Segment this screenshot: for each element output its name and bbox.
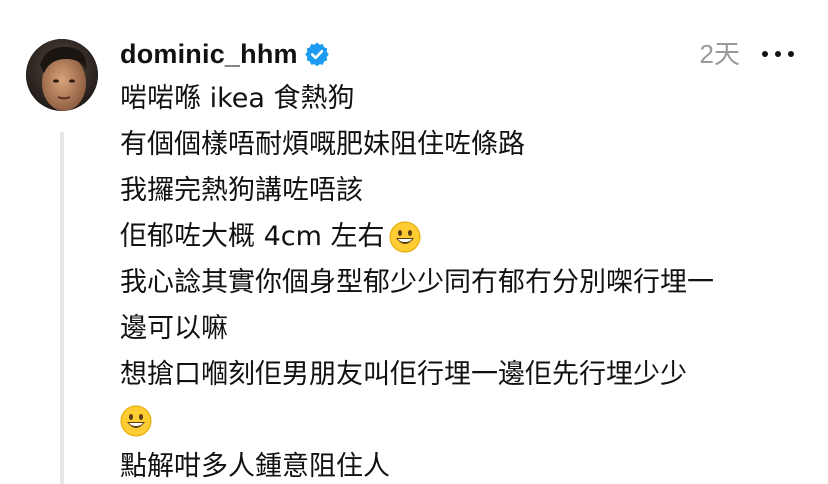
- post-text: 啱啱喺 ikea 食熱狗: [120, 83, 355, 114]
- post-text: 想搶口嗰刻佢男朋友叫佢行埋一邊佢先行埋少少: [120, 359, 687, 390]
- post-text-line: 佢郁咗大概 4cm 左右: [120, 214, 810, 260]
- grinning-face-emoji-icon: [389, 221, 421, 253]
- avatar[interactable]: [26, 39, 98, 111]
- post-text-line: 我心諗其實你個身型郁少少同冇郁冇分別㗎行埋一: [120, 260, 810, 306]
- grinning-face-emoji-icon: [120, 405, 152, 437]
- post-header: dominic_hhm: [120, 36, 330, 72]
- thread-line: [60, 132, 64, 484]
- post-text-line: [120, 398, 810, 444]
- post-text-line: 點解咁多人鍾意阻住人: [120, 444, 810, 484]
- thread-post: dominic_hhm 2天 啱啱喺 ikea 食熱狗 有個個樣唔耐煩嘅肥妹阻住…: [0, 0, 828, 484]
- post-body: 啱啱喺 ikea 食熱狗 有個個樣唔耐煩嘅肥妹阻住咗條路 我攞完熱狗講咗唔該 佢…: [120, 76, 810, 484]
- post-text: 我心諗其實你個身型郁少少同冇郁冇分別㗎行埋一: [120, 267, 714, 298]
- post-text: 點解咁多人鍾意阻住人: [120, 451, 390, 482]
- username[interactable]: dominic_hhm: [120, 39, 298, 70]
- more-horizontal-icon: [788, 51, 794, 57]
- post-timestamp: 2天: [699, 39, 740, 69]
- post-text-line: 邊可以嘛: [120, 306, 810, 352]
- post-text: 有個個樣唔耐煩嘅肥妹阻住咗條路: [120, 129, 525, 160]
- post-text-line: 想搶口嗰刻佢男朋友叫佢行埋一邊佢先行埋少少: [120, 352, 810, 398]
- more-options-button[interactable]: [762, 38, 794, 70]
- more-horizontal-icon: [762, 51, 768, 57]
- verified-badge-icon: [304, 41, 330, 67]
- post-text-line: 有個個樣唔耐煩嘅肥妹阻住咗條路: [120, 122, 810, 168]
- avatar-photo-icon: [26, 39, 98, 111]
- post-text: 邊可以嘛: [120, 313, 228, 344]
- post-text-line: 啱啱喺 ikea 食熱狗: [120, 76, 810, 122]
- post-text: 佢郁咗大概 4cm 左右: [120, 221, 385, 252]
- post-text-line: 我攞完熱狗講咗唔該: [120, 168, 810, 214]
- post-text: 我攞完熱狗講咗唔該: [120, 175, 363, 206]
- more-horizontal-icon: [775, 51, 781, 57]
